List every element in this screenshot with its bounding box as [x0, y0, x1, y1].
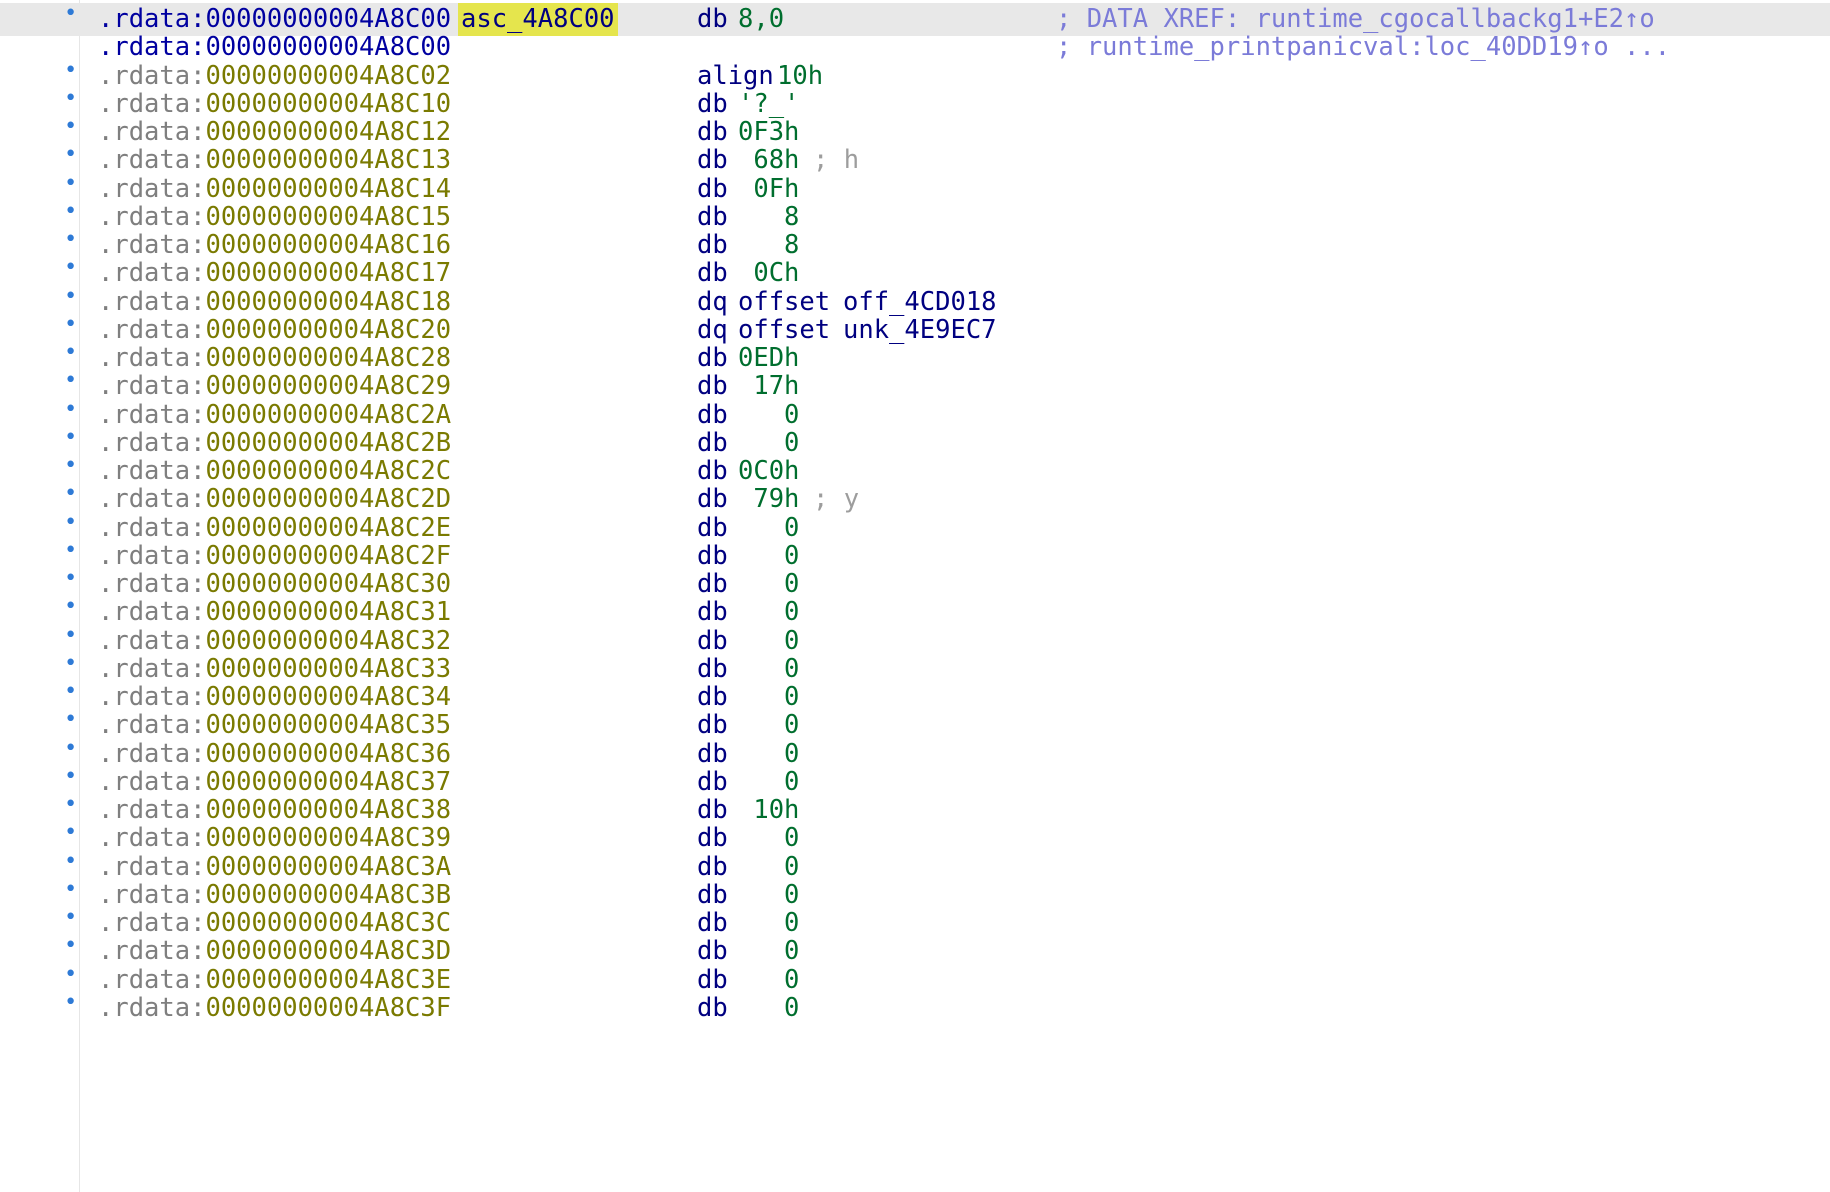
- segment-name: .rdata:: [98, 145, 206, 176]
- address-offset: 00000000004A8C2B: [205, 427, 452, 458]
- address-offset: 00000000004A8C30: [205, 569, 452, 599]
- segment-name: .rdata:: [98, 653, 206, 684]
- address-offset: 00000000004A8C00: [205, 32, 452, 63]
- segment-name: .rdata:: [98, 851, 206, 882]
- address-offset: 00000000004A8C15: [205, 201, 452, 232]
- address-offset: 00000000004A8C02: [205, 60, 452, 91]
- address[interactable]: .rdata:00000000004A8C3F: [98, 992, 451, 1025]
- mnemonic: db: [697, 992, 728, 1023]
- segment-name: .rdata:: [98, 484, 206, 515]
- segment-name: .rdata:: [98, 399, 206, 430]
- address-offset: 00000000004A8C36: [205, 738, 452, 769]
- address-offset: 00000000004A8C2E: [205, 512, 452, 543]
- segment-name: .rdata:: [98, 60, 206, 91]
- address-offset: 00000000004A8C20: [205, 314, 452, 345]
- address-offset: 00000000004A8C16: [205, 230, 452, 260]
- segment-name: .rdata:: [98, 795, 206, 825]
- address-offset: 00000000004A8C37: [205, 766, 452, 797]
- segment-name: .rdata:: [98, 343, 206, 373]
- segment-name: .rdata:: [98, 173, 206, 204]
- address-offset: 00000000004A8C38: [205, 795, 452, 825]
- segment-name: .rdata:: [98, 4, 206, 34]
- address-offset: 00000000004A8C2D: [205, 484, 452, 515]
- segment-name: .rdata:: [98, 766, 206, 797]
- segment-name: .rdata:: [98, 597, 206, 628]
- segment-name: .rdata:: [98, 823, 206, 854]
- address-offset: 00000000004A8C2F: [205, 540, 452, 571]
- address-offset: 00000000004A8C12: [205, 117, 452, 147]
- segment-name: .rdata:: [98, 456, 206, 486]
- segment-name: .rdata:: [98, 682, 206, 712]
- segment-name: .rdata:: [98, 258, 206, 289]
- segment-name: .rdata:: [98, 201, 206, 232]
- address-offset: 00000000004A8C2C: [205, 456, 452, 486]
- address-offset: 00000000004A8C32: [205, 625, 452, 656]
- address-offset: 00000000004A8C13: [205, 145, 452, 176]
- bullet-dot-icon: •: [64, 1, 78, 26]
- address-offset: 00000000004A8C35: [205, 710, 452, 741]
- segment-name: .rdata:: [98, 371, 206, 402]
- address-offset: 00000000004A8C28: [205, 343, 452, 373]
- address-offset: 00000000004A8C33: [205, 653, 452, 684]
- address-offset: 00000000004A8C14: [205, 173, 452, 204]
- address-offset: 00000000004A8C3E: [205, 964, 452, 995]
- bullet-dot-icon: •: [64, 989, 78, 1015]
- segment-name: .rdata:: [98, 992, 206, 1023]
- segment-name: .rdata:: [98, 314, 206, 345]
- segment-name: .rdata:: [98, 710, 206, 741]
- segment-name: .rdata:: [98, 540, 206, 571]
- address-offset: 00000000004A8C3B: [205, 879, 452, 910]
- segment-name: .rdata:: [98, 32, 206, 63]
- segment-name: .rdata:: [98, 936, 206, 967]
- segment-name: .rdata:: [98, 738, 206, 769]
- segment-name: .rdata:: [98, 88, 206, 119]
- segment-name: .rdata:: [98, 427, 206, 458]
- operand: 0: [738, 992, 800, 1023]
- segment-name: .rdata:: [98, 879, 206, 910]
- address-offset: 00000000004A8C18: [205, 286, 452, 317]
- address-offset: 00000000004A8C39: [205, 823, 452, 854]
- segment-name: .rdata:: [98, 286, 206, 317]
- segment-name: .rdata:: [98, 625, 206, 656]
- listing-line[interactable]: • .rdata:00000000004A8C3F db 0: [0, 990, 1830, 1025]
- segment-name: .rdata:: [98, 569, 206, 599]
- address-offset: 00000000004A8C00: [205, 4, 452, 34]
- segment-name: .rdata:: [98, 964, 206, 995]
- address-offset: 00000000004A8C2A: [205, 399, 452, 430]
- disassembly-view[interactable]: • .rdata:00000000004A8C00 asc_4A8C00 db 8,0;…: [0, 0, 1830, 1192]
- address-offset: 00000000004A8C31: [205, 597, 452, 628]
- segment-name: .rdata:: [98, 908, 206, 938]
- address-offset: 00000000004A8C10: [205, 88, 452, 119]
- address-offset: 00000000004A8C3F: [205, 992, 452, 1023]
- address-offset: 00000000004A8C3A: [205, 851, 452, 882]
- address-offset: 00000000004A8C29: [205, 371, 452, 402]
- segment-name: .rdata:: [98, 117, 206, 147]
- address-offset: 00000000004A8C34: [205, 682, 452, 712]
- address-offset: 00000000004A8C3D: [205, 936, 452, 967]
- segment-name: .rdata:: [98, 512, 206, 543]
- address-offset: 00000000004A8C17: [205, 258, 452, 289]
- address-offset: 00000000004A8C3C: [205, 908, 452, 938]
- segment-name: .rdata:: [98, 230, 206, 260]
